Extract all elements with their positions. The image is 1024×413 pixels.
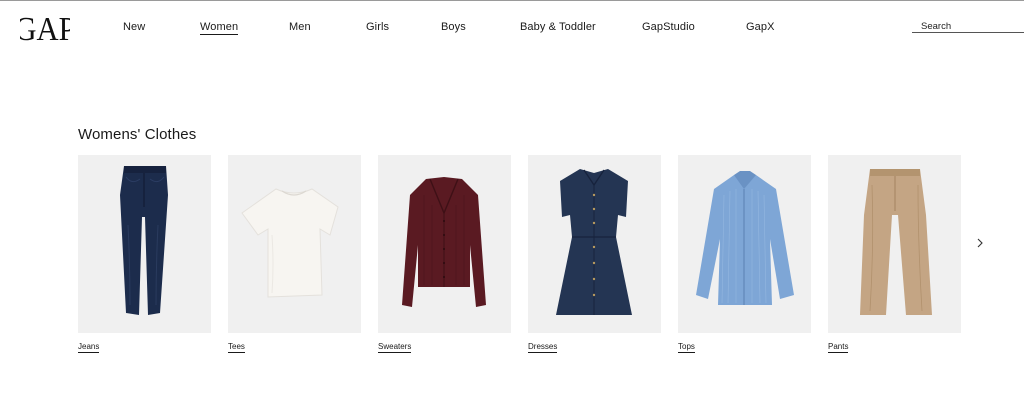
category-card-dresses[interactable]: Dresses <box>528 155 661 353</box>
category-card-tops[interactable]: Tops <box>678 155 811 353</box>
category-card-jeans[interactable]: Jeans <box>78 155 211 353</box>
search-box <box>912 16 1024 33</box>
jeans-product-image <box>78 155 211 333</box>
nav-item-men[interactable]: Men <box>289 21 311 33</box>
gap-logo[interactable]: GAP <box>20 9 70 45</box>
nav-item-gapstudio[interactable]: GapStudio <box>642 21 695 33</box>
category-link-tops[interactable]: Tops <box>678 342 695 353</box>
khaki-pants-product-image <box>828 155 961 333</box>
section-title: Womens' Clothes <box>78 126 197 143</box>
nav-item-boys[interactable]: Boys <box>441 21 466 33</box>
denim-dress-product-image <box>528 155 661 333</box>
category-link-pants[interactable]: Pants <box>828 342 849 353</box>
category-link-jeans[interactable]: Jeans <box>78 342 100 353</box>
site-header: GAP New Women Men Girls Boys Baby & Todd… <box>0 0 1024 56</box>
nav-item-baby-toddler[interactable]: Baby & Toddler <box>520 21 596 33</box>
nav-item-women[interactable]: Women <box>200 21 239 35</box>
tee-product-image <box>228 155 361 333</box>
category-card-tees[interactable]: Tees <box>228 155 361 353</box>
nav-item-new[interactable]: New <box>123 21 145 33</box>
logo-text: GAP <box>20 10 70 45</box>
striped-shirt-product-image <box>678 155 811 333</box>
nav-item-gapx[interactable]: GapX <box>746 21 775 33</box>
search-input[interactable] <box>912 20 1024 32</box>
category-card-pants[interactable]: Pants <box>828 155 961 353</box>
category-link-tees[interactable]: Tees <box>228 342 245 353</box>
category-link-dresses[interactable]: Dresses <box>528 342 558 353</box>
cardigan-product-image <box>378 155 511 333</box>
category-card-sweaters[interactable]: Sweaters <box>378 155 511 353</box>
nav-item-girls[interactable]: Girls <box>366 21 389 33</box>
category-link-sweaters[interactable]: Sweaters <box>378 342 412 353</box>
chevron-right-icon[interactable] <box>973 236 987 250</box>
